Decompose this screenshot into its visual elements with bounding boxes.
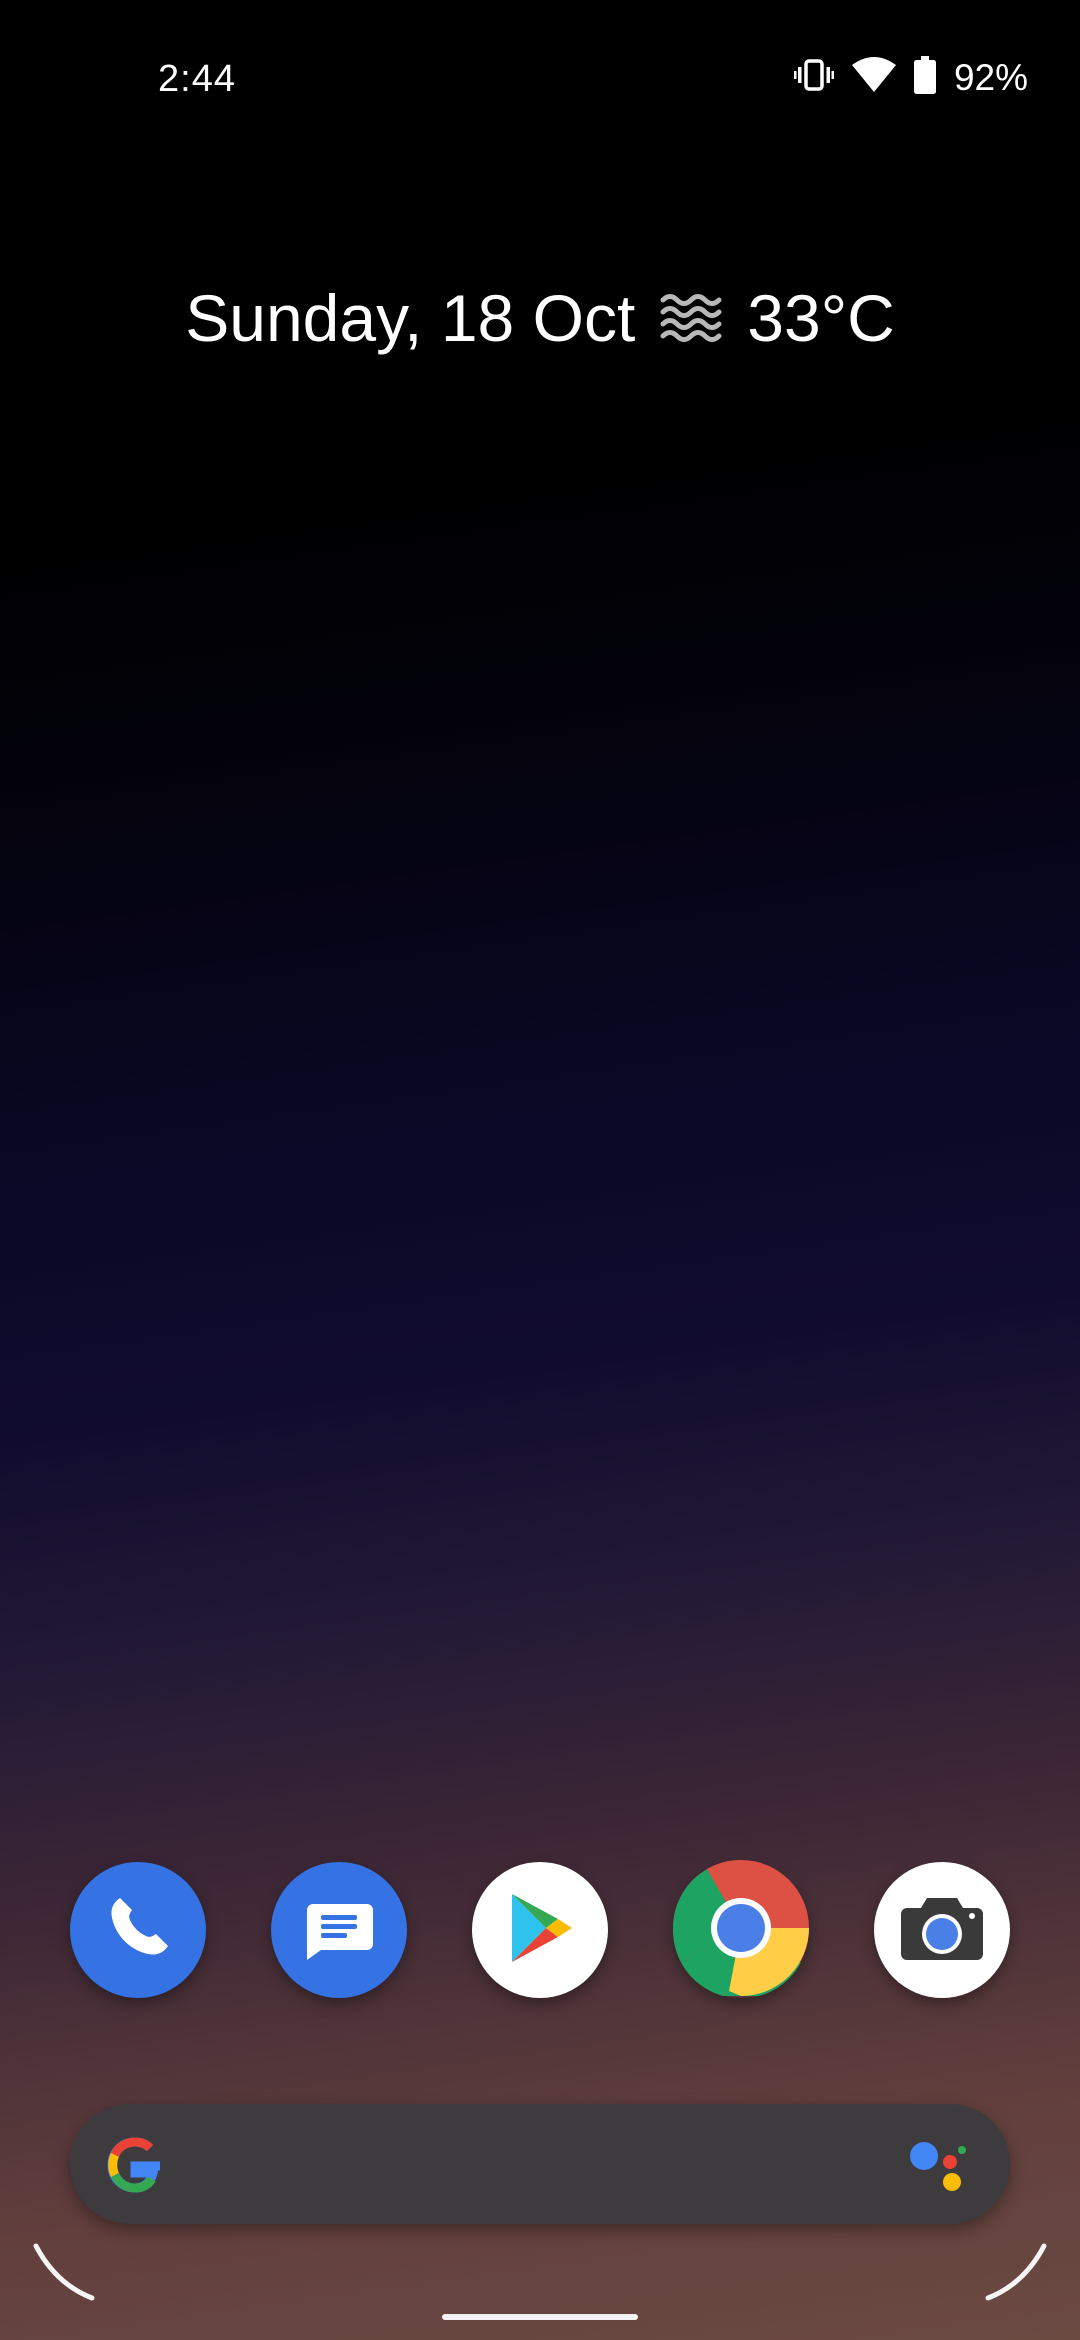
phone-app-button[interactable]: [70, 1862, 206, 1998]
app-dock: [0, 1859, 1080, 2002]
messages-icon: [299, 1888, 379, 1973]
wifi-icon: [851, 57, 896, 98]
play-store-app-button[interactable]: [472, 1862, 608, 1998]
status-clock: 2:44: [158, 58, 236, 100]
temperature-label[interactable]: 33°C: [747, 280, 894, 356]
battery-percent: 92%: [953, 56, 1028, 98]
battery-icon: [913, 56, 936, 99]
status-icons: 92%: [793, 56, 1028, 99]
google-g-icon[interactable]: [102, 2132, 168, 2203]
status-bar: 2:44 92%: [0, 0, 1080, 170]
play-store-icon: [502, 1888, 578, 1973]
chrome-app-button[interactable]: [672, 1859, 809, 2001]
google-search-bar[interactable]: [70, 2104, 1010, 2224]
camera-app-button[interactable]: [874, 1862, 1010, 1998]
camera-icon: [899, 1888, 985, 1973]
google-assistant-icon[interactable]: [906, 2136, 970, 2201]
left-corner-hint: [30, 2240, 100, 2309]
right-corner-hint: [980, 2240, 1050, 2309]
vibrate-icon: [793, 58, 834, 97]
chrome-icon: [672, 1859, 809, 2001]
haze-icon[interactable]: [659, 290, 723, 346]
date-label[interactable]: Sunday, 18 Oct: [185, 280, 635, 356]
at-a-glance[interactable]: Sunday, 18 Oct 33°C: [0, 280, 1080, 356]
messages-app-button[interactable]: [271, 1862, 407, 1998]
phone-icon: [98, 1888, 178, 1973]
gesture-nav-handle[interactable]: [442, 2314, 638, 2320]
